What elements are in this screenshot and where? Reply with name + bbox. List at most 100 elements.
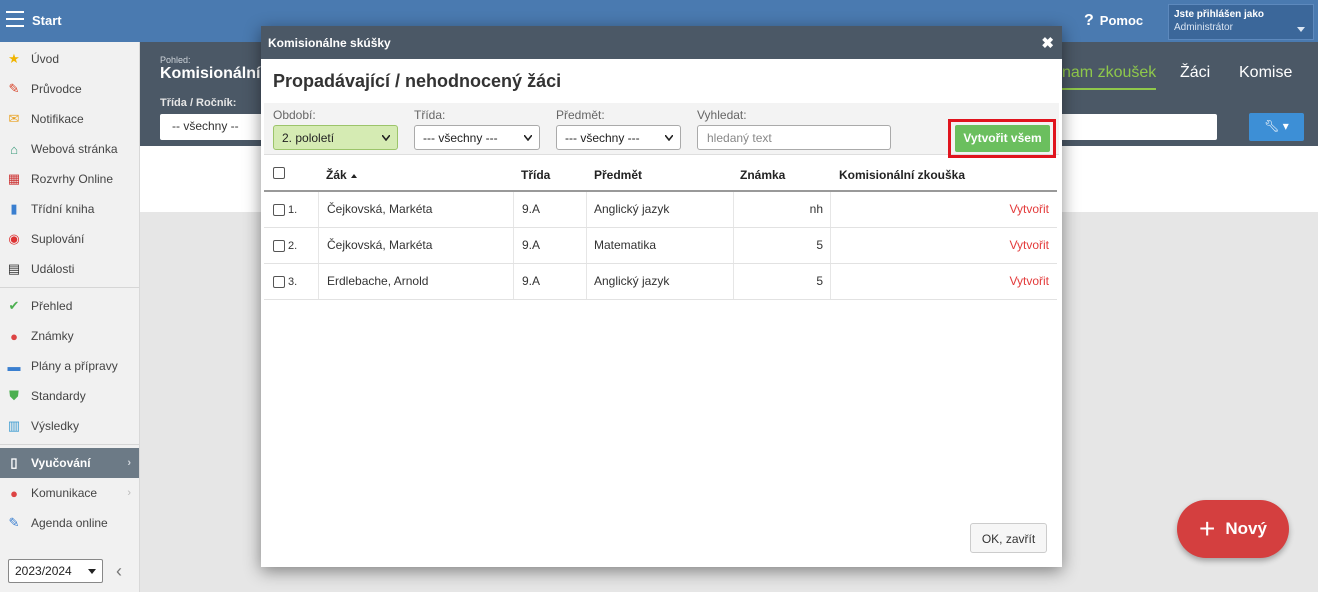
chevron-down-icon xyxy=(524,135,532,141)
page-search-input[interactable] xyxy=(1060,114,1217,140)
school-year-select[interactable]: 2023/2024 xyxy=(8,559,103,583)
create-all-button[interactable]: Vytvořit všem xyxy=(955,125,1050,152)
sidebar-item-label: Notifikace xyxy=(31,112,84,126)
collapse-sidebar-icon[interactable]: ‹ xyxy=(116,561,122,582)
period-label: Období: xyxy=(273,108,316,122)
column-student-label: Žák xyxy=(326,168,347,182)
ok-close-button[interactable]: OK, zavřít xyxy=(970,523,1047,553)
subject-value: --- všechny --- xyxy=(565,131,640,145)
tools-dropdown-button[interactable]: 🔧︎ ▾ xyxy=(1249,113,1304,141)
school-year-value: 2023/2024 xyxy=(15,564,72,578)
column-subject[interactable]: Předmět xyxy=(594,168,642,182)
sidebar-item-vyucovani[interactable]: ▯ Vyučování › xyxy=(0,448,139,478)
table-row: 3. Erdlebache, Arnold 9.A Anglický jazyk… xyxy=(264,264,1057,300)
sidebar-item-plany-a-pripravy[interactable]: ▬ Plány a přípravy xyxy=(0,351,139,381)
period-select[interactable]: 2. pololetí xyxy=(273,125,398,150)
row-checkbox[interactable] xyxy=(273,204,285,216)
check-circle-icon: ✔ xyxy=(8,298,20,313)
grade-icon: ● xyxy=(10,328,18,344)
close-icon[interactable]: ✖ xyxy=(1041,34,1054,52)
create-exam-link[interactable]: Vytvořit xyxy=(1009,274,1049,288)
sidebar-item-notifikace[interactable]: ✉ Notifikace xyxy=(0,104,139,134)
tab-zaci[interactable]: Žáci xyxy=(1180,64,1210,82)
class-select[interactable]: --- všechny --- xyxy=(414,125,540,150)
help-button[interactable]: ? Pomoc xyxy=(1084,12,1143,30)
sidebar-item-komunikace[interactable]: ● Komunikace › xyxy=(0,478,139,508)
sidebar-item-tridni-kniha[interactable]: ▮ Třídní kniha xyxy=(0,194,139,224)
sidebar-item-standardy[interactable]: ⛊ Standardy xyxy=(0,381,139,411)
sidebar-item-label: Přehled xyxy=(31,299,73,313)
column-grade[interactable]: Známka xyxy=(740,168,785,182)
bar-chart-icon: ▥ xyxy=(7,418,21,433)
class-label: Třída: xyxy=(414,108,446,122)
sidebar-item-rozvrhy-online[interactable]: ▦ Rozvrhy Online xyxy=(0,164,139,194)
sidebar-item-prehled[interactable]: ✔ Přehled xyxy=(0,291,139,321)
sidebar-item-label: Známky xyxy=(31,329,74,343)
star-icon: ★ xyxy=(8,51,20,66)
table-row: 1. Čejkovská, Markéta 9.A Anglický jazyk… xyxy=(264,192,1057,228)
row-checkbox[interactable] xyxy=(273,276,285,288)
column-commission-exam[interactable]: Komisionální zkouška xyxy=(839,168,965,182)
cell-divider xyxy=(318,228,319,263)
row-checkbox[interactable] xyxy=(273,240,285,252)
period-value: 2. pololetí xyxy=(282,131,335,145)
cell-divider xyxy=(830,228,831,263)
sidebar-item-label: Komunikace xyxy=(31,486,98,500)
chevron-down-icon xyxy=(88,569,96,574)
tab-seznam-zkousek[interactable]: nam zkoušek xyxy=(1062,64,1157,90)
cell-grade: nh xyxy=(809,202,823,216)
sidebar-item-vysledky[interactable]: ▥ Výsledky xyxy=(0,411,139,441)
search-input[interactable]: hledaný text xyxy=(697,125,891,150)
sidebar-item-agenda-online[interactable]: ✎ Agenda online xyxy=(0,508,139,538)
open-book-icon: ▯ xyxy=(10,455,18,470)
sidebar-item-udalosti[interactable]: ▤ Události xyxy=(0,254,139,284)
sidebar-item-label: Suplování xyxy=(31,232,85,246)
user-selector[interactable]: Jste přihlášen jako Administrátor xyxy=(1168,4,1314,40)
plus-icon: + xyxy=(1199,513,1216,544)
calendar-icon: ▤ xyxy=(7,261,21,276)
sidebar-item-label: Výsledky xyxy=(31,419,80,433)
cell-divider xyxy=(586,228,587,263)
cell-student: Čejkovská, Markéta xyxy=(327,238,433,252)
hamburger-menu-icon[interactable] xyxy=(6,11,24,27)
user-label: Jste přihlášen jako xyxy=(1174,9,1265,20)
filter-bar: Období: 2. pololetí Třída: --- všechny -… xyxy=(264,103,1059,158)
create-exam-link[interactable]: Vytvořit xyxy=(1009,238,1049,252)
start-link[interactable]: Start xyxy=(32,13,62,28)
view-title[interactable]: Komisionální xyxy=(160,65,260,83)
sidebar-item-znamky[interactable]: ● Známky xyxy=(0,321,139,351)
cell-divider xyxy=(318,264,319,299)
sidebar-item-label: Rozvrhy Online xyxy=(31,172,114,186)
column-student[interactable]: Žák xyxy=(326,168,357,182)
row-number: 1. xyxy=(288,204,298,216)
search-label: Vyhledat: xyxy=(697,108,747,122)
cell-divider xyxy=(586,264,587,299)
column-class[interactable]: Třída xyxy=(521,168,550,182)
select-all-checkbox[interactable] xyxy=(273,167,285,179)
chevron-down-icon xyxy=(1297,27,1305,32)
sidebar-item-webova-stranka[interactable]: ⌂ Webová stránka xyxy=(0,134,139,164)
dialog-title: Komisionálne skúšky xyxy=(268,36,391,50)
home-icon: ⌂ xyxy=(10,141,18,157)
sidebar-item-suplovani[interactable]: ◉ Suplování xyxy=(0,224,139,254)
table-header: Žák Třída Předmět Známka Komisionální zk… xyxy=(264,158,1057,192)
book-icon: ▮ xyxy=(10,201,18,216)
sidebar-item-pruvodce[interactable]: ✎ Průvodce xyxy=(0,74,139,104)
envelope-icon: ✉ xyxy=(8,111,20,126)
commission-exams-dialog: Komisionálne skúšky ✖ Propadávající / ne… xyxy=(261,26,1062,567)
students-table: Žák Třída Předmět Známka Komisionální zk… xyxy=(264,158,1057,300)
create-exam-link[interactable]: Vytvořit xyxy=(1009,202,1049,216)
cell-class: 9.A xyxy=(522,238,541,252)
cell-divider xyxy=(586,192,587,227)
row-number: 3. xyxy=(288,276,298,288)
sidebar-divider xyxy=(0,287,139,288)
sidebar-item-label: Úvod xyxy=(31,52,60,66)
new-button[interactable]: + Nový xyxy=(1177,500,1289,558)
sidebar-item-uvod[interactable]: ★ Úvod xyxy=(0,44,139,74)
subject-select[interactable]: --- všechny --- xyxy=(556,125,681,150)
shield-icon: ⛊ xyxy=(9,388,19,403)
tab-komise[interactable]: Komise xyxy=(1239,64,1292,82)
wand-icon: ✎ xyxy=(8,81,20,96)
row-number: 2. xyxy=(288,240,298,252)
cell-divider xyxy=(513,228,514,263)
